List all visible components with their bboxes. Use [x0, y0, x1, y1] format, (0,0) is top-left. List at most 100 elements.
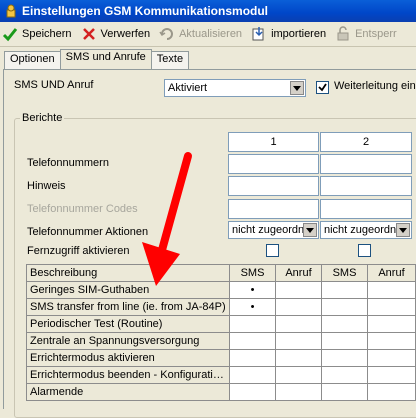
table-row[interactable]: Alarmende [26, 383, 416, 401]
phone-codes-label: Telefonnummer Codes [27, 203, 138, 215]
save-button[interactable]: Speichern [2, 26, 72, 42]
title-bar[interactable]: Einstellungen GSM Kommunikationsmodul [0, 0, 416, 22]
discard-label: Verwerfen [100, 28, 151, 40]
cell-sms-1[interactable] [229, 315, 276, 333]
checkmark-icon [318, 83, 327, 92]
cell-sms-2[interactable] [321, 349, 368, 367]
forward-checkbox[interactable] [316, 81, 329, 94]
table-row[interactable]: SMS transfer from line (ie. from JA-84P)… [26, 298, 416, 316]
grid-header-call-1: Anruf [275, 264, 322, 282]
hint-2-input[interactable] [320, 176, 412, 196]
cell-sms-1[interactable] [229, 332, 276, 350]
row-description: Zentrale an Spannungsversorgung [26, 332, 230, 350]
row-description: Errichtermodus beenden - Konfigurati… [26, 366, 230, 384]
cell-call-2[interactable] [367, 315, 416, 333]
phone-number-1-input[interactable] [228, 154, 319, 174]
cell-sms-2[interactable] [321, 332, 368, 350]
table-row[interactable]: Periodischer Test (Routine) [26, 315, 416, 333]
cell-sms-2[interactable] [321, 298, 368, 316]
grid-header-sms-2: SMS [321, 264, 368, 282]
cell-call-2[interactable] [367, 281, 416, 299]
sms-call-label: SMS UND Anruf [14, 79, 94, 91]
tab-texts[interactable]: Texte [150, 51, 190, 69]
chevron-down-icon[interactable] [396, 223, 410, 237]
refresh-icon [159, 28, 174, 40]
cell-call-2[interactable] [367, 349, 416, 367]
cell-call-1[interactable] [275, 315, 322, 333]
cell-sms-2[interactable] [321, 315, 368, 333]
cell-call-2[interactable] [367, 298, 416, 316]
table-row[interactable]: Errichtermodus aktivieren [26, 349, 416, 367]
phone-action-2-value: nicht zugeordn [324, 224, 397, 236]
grid-header-call-2: Anruf [367, 264, 416, 282]
cell-sms-1[interactable] [229, 366, 276, 384]
refresh-button[interactable]: Aktualisieren [159, 26, 242, 42]
cell-sms-1[interactable] [229, 349, 276, 367]
reports-group-title: Berichte [20, 112, 65, 124]
refresh-label: Aktualisieren [179, 28, 243, 40]
hint-label: Hinweis [27, 180, 66, 192]
window-title: Einstellungen GSM Kommunikationsmodul [22, 4, 269, 18]
events-grid: Beschreibung SMS Anruf SMS Anruf Geringe… [26, 264, 416, 401]
row-description: Alarmende [26, 383, 230, 401]
grid-header-row: Beschreibung SMS Anruf SMS Anruf [26, 264, 416, 282]
cell-call-2[interactable] [367, 383, 416, 401]
cell-call-1[interactable] [275, 332, 322, 350]
row-description: SMS transfer from line (ie. from JA-84P) [26, 298, 230, 316]
row-description: Periodischer Test (Routine) [26, 315, 230, 333]
cell-sms-1[interactable]: • [229, 281, 276, 299]
lock-icon [337, 26, 349, 41]
cell-sms-2[interactable] [321, 281, 368, 299]
phone-number-2-input[interactable] [320, 154, 412, 174]
import-label: importieren [271, 28, 327, 40]
cell-sms-1[interactable] [229, 383, 276, 401]
phone-action-1-select[interactable]: nicht zugeordn [228, 221, 319, 239]
cell-call-1[interactable] [275, 281, 322, 299]
red-arrow-icon [142, 152, 192, 286]
remote-access-label: Fernzugriff aktivieren [27, 245, 130, 257]
remote-access-1-checkbox[interactable] [266, 244, 279, 257]
check-icon [2, 28, 18, 42]
cell-call-1[interactable] [275, 383, 322, 401]
cell-call-2[interactable] [367, 332, 416, 350]
phone-code-1-input[interactable] [228, 199, 319, 219]
table-row[interactable]: Zentrale an Spannungsversorgung [26, 332, 416, 350]
discard-button[interactable]: Verwerfen [81, 26, 151, 42]
tab-strip: Optionen SMS und Anrufe Texte [4, 49, 190, 70]
app-icon [4, 4, 18, 18]
forward-label: Weiterleitung ein [334, 80, 416, 92]
unlock-button[interactable]: Entsperr [335, 26, 397, 42]
chevron-down-icon[interactable] [303, 223, 317, 237]
cell-call-1[interactable] [275, 349, 322, 367]
table-row[interactable]: Errichtermodus beenden - Konfigurati… [26, 366, 416, 384]
grid-header-sms-1: SMS [229, 264, 276, 282]
table-row[interactable]: Geringes SIM-Guthaben • [26, 281, 416, 299]
phone-actions-label: Telefonnummer Aktionen [27, 226, 149, 238]
phone-action-1-value: nicht zugeordn [232, 224, 305, 236]
cell-call-1[interactable] [275, 298, 322, 316]
cell-call-2[interactable] [367, 366, 416, 384]
close-icon [82, 28, 95, 40]
toolbar: Speichern Verwerfen Aktualisieren import… [0, 22, 416, 47]
phone-action-2-select[interactable]: nicht zugeordn [320, 221, 412, 239]
tab-options[interactable]: Optionen [4, 51, 61, 69]
import-button[interactable]: importieren [251, 26, 326, 42]
cell-sms-2[interactable] [321, 366, 368, 384]
remote-access-2-checkbox[interactable] [358, 244, 371, 257]
cell-sms-1[interactable]: • [229, 298, 276, 316]
cell-sms-2[interactable] [321, 383, 368, 401]
tab-sms-calls[interactable]: SMS und Anrufe [59, 49, 152, 69]
phone-numbers-label: Telefonnummern [27, 157, 109, 169]
row-description: Errichtermodus aktivieren [26, 349, 230, 367]
import-icon [252, 27, 264, 41]
cell-call-1[interactable] [275, 366, 322, 384]
column-header-1: 1 [228, 132, 319, 152]
save-label: Speichern [22, 28, 72, 40]
phone-code-2-input[interactable] [320, 199, 412, 219]
chevron-down-icon[interactable] [290, 81, 304, 95]
column-header-2: 2 [320, 132, 412, 152]
hint-1-input[interactable] [228, 176, 319, 196]
unlock-label: Entsperr [355, 28, 397, 40]
sms-call-value: Aktiviert [168, 82, 208, 94]
sms-call-select[interactable]: Aktiviert [164, 79, 306, 97]
